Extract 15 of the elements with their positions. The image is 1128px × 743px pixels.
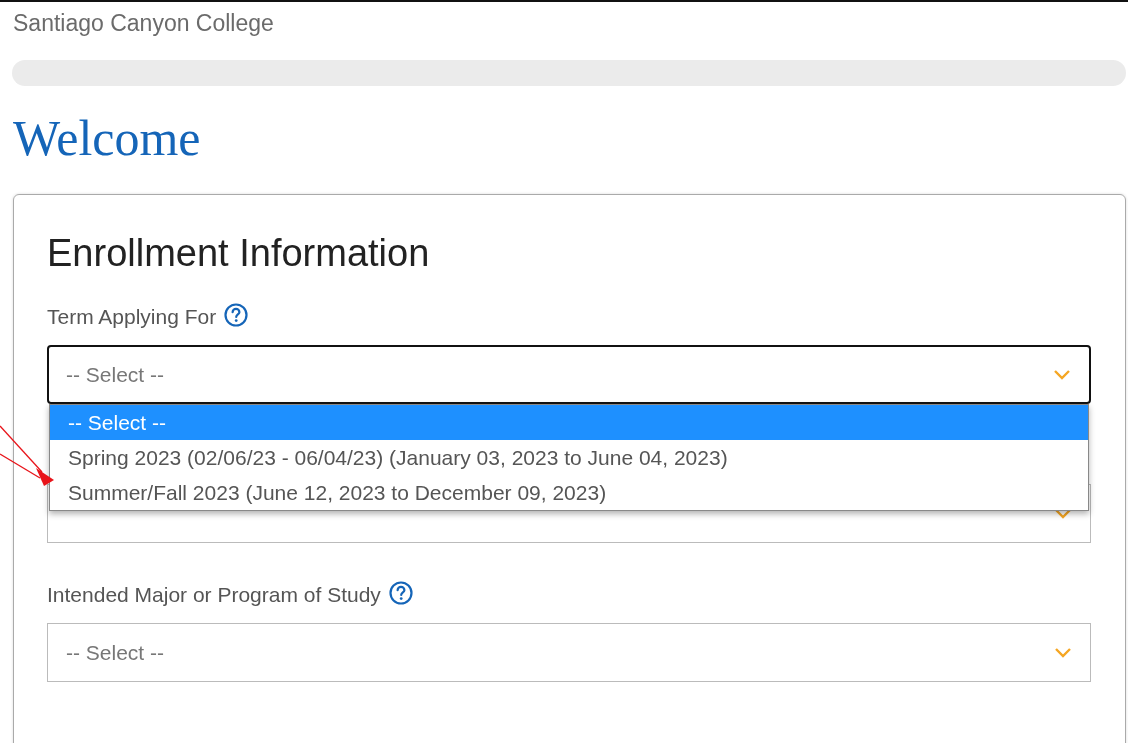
dropdown-option[interactable]: Spring 2023 (02/06/23 - 06/04/23) (January 03, 2023 to June 04, 2023): [50, 440, 1088, 475]
site-name: Santiago Canyon College: [13, 9, 275, 38]
annotation-arrows-drawing: [0, 424, 56, 488]
chevron-down-icon: [1054, 646, 1072, 659]
dropdown-option[interactable]: -- Select --: [50, 405, 1088, 440]
help-icon[interactable]: [224, 303, 249, 327]
chevron-down-icon: [1053, 368, 1071, 381]
field-label: Term Applying For: [47, 304, 217, 330]
page-title: Welcome: [13, 109, 202, 168]
dropdown-option[interactable]: Summer/Fall 2023 (June 12, 2023 to December 09, 2023): [50, 475, 1088, 510]
help-icon[interactable]: [388, 581, 413, 605]
select-field[interactable]: -- Select --: [47, 345, 1091, 404]
select-field[interactable]: -- Select --: [47, 623, 1091, 682]
card-title: Enrollment Information: [47, 231, 431, 276]
field-label: Intended Major or Program of Study: [47, 582, 381, 608]
